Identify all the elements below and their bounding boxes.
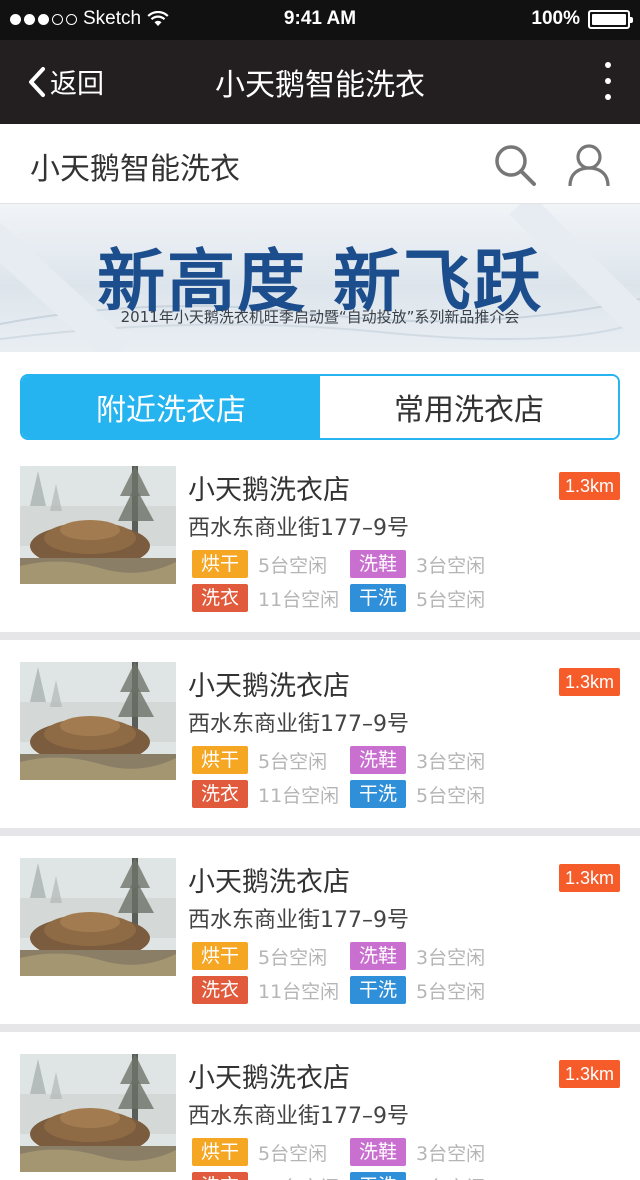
service-tag: 干洗: [350, 584, 406, 612]
store-name: 小天鹅洗衣店: [188, 1063, 350, 1094]
tab-nearby-stores[interactable]: 附近洗衣店: [22, 376, 320, 438]
service-tag: 洗鞋: [350, 746, 406, 774]
service-row: 烘干 5台空闲 洗鞋 3台空闲: [192, 550, 508, 578]
promo-banner[interactable]: 新高度 新飞跃 2011年小天鹅洗衣机旺季启动暨“自动投放”系列新品推介会: [0, 204, 640, 352]
service-availability: 11台空闲: [258, 980, 340, 1003]
search-icon[interactable]: [492, 142, 538, 188]
store-address: 西水东商业街177–9号: [188, 1104, 409, 1129]
service-availability: 3台空闲: [416, 554, 486, 577]
service-row: 烘干 5台空闲 洗鞋 3台空闲: [192, 942, 508, 970]
service-availability: 5台空闲: [416, 784, 486, 807]
service-row: 洗衣 11台空闲 干洗 5台空闲: [192, 976, 508, 1004]
store-card[interactable]: 小天鹅洗衣店 1.3km 西水东商业街177–9号 烘干 5台空闲 洗鞋 3台空…: [0, 640, 640, 836]
service-row: 洗衣 11台空闲 干洗 5台空闲: [192, 584, 508, 612]
more-menu-icon[interactable]: [604, 62, 612, 100]
service-availability: 5台空闲: [258, 1142, 328, 1165]
banner-subtitle: 2011年小天鹅洗衣机旺季启动暨“自动投放”系列新品推介会: [120, 308, 520, 326]
service-availability: 11台空闲: [258, 784, 340, 807]
page-header: 小天鹅智能洗衣: [0, 124, 640, 204]
service-row: 烘干 5台空闲 洗鞋 3台空闲: [192, 1138, 508, 1166]
store-thumbnail: [20, 466, 176, 584]
service-availability: 5台空闲: [416, 588, 486, 611]
service-row: 洗衣 11台空闲 干洗 5台空闲: [192, 780, 508, 808]
service-tag: 烘干: [192, 942, 248, 970]
store-name: 小天鹅洗衣店: [188, 475, 350, 506]
service-tag: 洗衣: [192, 976, 248, 1004]
store-name: 小天鹅洗衣店: [188, 671, 350, 702]
nav-title: 小天鹅智能洗衣: [215, 68, 425, 103]
service-tag: 洗鞋: [350, 942, 406, 970]
navigation-bar: 返回 小天鹅智能洗衣: [0, 40, 640, 124]
distance-badge: 1.3km: [558, 472, 620, 500]
service-availability: 3台空闲: [416, 1142, 486, 1165]
store-card[interactable]: 小天鹅洗衣店 1.3km 西水东商业街177–9号 烘干 5台空闲 洗鞋 3台空…: [0, 836, 640, 1032]
store-thumbnail: [20, 1054, 176, 1172]
distance-badge: 1.3km: [558, 668, 620, 696]
service-availability: 11台空闲: [258, 588, 340, 611]
service-availability: 3台空闲: [416, 946, 486, 969]
service-tag: 洗鞋: [350, 1138, 406, 1166]
service-availability: 11台空闲: [248, 1173, 350, 1180]
battery-icon: [588, 9, 633, 29]
store-address: 西水东商业街177–9号: [188, 908, 409, 933]
service-row: 烘干 5台空闲 洗鞋 3台空闲: [192, 746, 508, 774]
service-availability: 3台空闲: [416, 750, 486, 773]
service-tag: 洗衣: [192, 780, 248, 808]
status-bar-right: 100%: [531, 8, 633, 30]
store-list: 小天鹅洗衣店 1.3km 西水东商业街177–9号 烘干 5台空闲 洗鞋 3台空…: [0, 444, 640, 1180]
service-tag: 烘干: [192, 550, 248, 578]
app-screen: Sketch 9:41 AM 100% 返回 小天鹅智能洗衣 小天鹅智能洗衣 新…: [0, 0, 640, 1180]
page-title: 小天鹅智能洗衣: [30, 152, 240, 187]
service-availability: 5台空闲: [258, 554, 328, 577]
store-tabs: 附近洗衣店 常用洗衣店: [20, 374, 620, 440]
store-thumbnail: [20, 662, 176, 780]
service-availability: 5台空闲: [258, 750, 328, 773]
service-availability: 5台空闲: [406, 1173, 508, 1180]
battery-percent: 100%: [531, 8, 580, 29]
store-photo-image: [20, 662, 176, 780]
store-photo-image: [20, 858, 176, 976]
user-icon[interactable]: [566, 142, 612, 188]
store-name: 小天鹅洗衣店: [188, 867, 350, 898]
tab-favorite-stores[interactable]: 常用洗衣店: [320, 376, 618, 438]
service-tag: 干洗: [350, 1172, 406, 1180]
distance-badge: 1.3km: [558, 864, 620, 892]
status-bar: Sketch 9:41 AM 100%: [0, 0, 640, 40]
service-tag: 洗衣: [192, 1172, 248, 1180]
store-address: 西水东商业街177–9号: [188, 516, 409, 541]
service-tag: 洗鞋: [350, 550, 406, 578]
service-availability: 5台空闲: [416, 980, 486, 1003]
service-availability: 5台空闲: [258, 946, 328, 969]
store-card[interactable]: 小天鹅洗衣店 1.3km 西水东商业街177–9号 烘干 5台空闲 洗鞋 3台空…: [0, 1032, 640, 1180]
service-tag: 干洗: [350, 780, 406, 808]
service-tag: 烘干: [192, 746, 248, 774]
service-row: 洗衣 11台空闲 干洗 5台空闲: [192, 1172, 508, 1180]
store-thumbnail: [20, 858, 176, 976]
service-tag: 烘干: [192, 1138, 248, 1166]
service-tag: 干洗: [350, 976, 406, 1004]
store-card[interactable]: 小天鹅洗衣店 1.3km 西水东商业街177–9号 烘干 5台空闲 洗鞋 3台空…: [0, 444, 640, 640]
distance-badge: 1.3km: [558, 1060, 620, 1088]
store-photo-image: [20, 1054, 176, 1172]
store-address: 西水东商业街177–9号: [188, 712, 409, 737]
store-photo-image: [20, 466, 176, 584]
service-tag: 洗衣: [192, 584, 248, 612]
